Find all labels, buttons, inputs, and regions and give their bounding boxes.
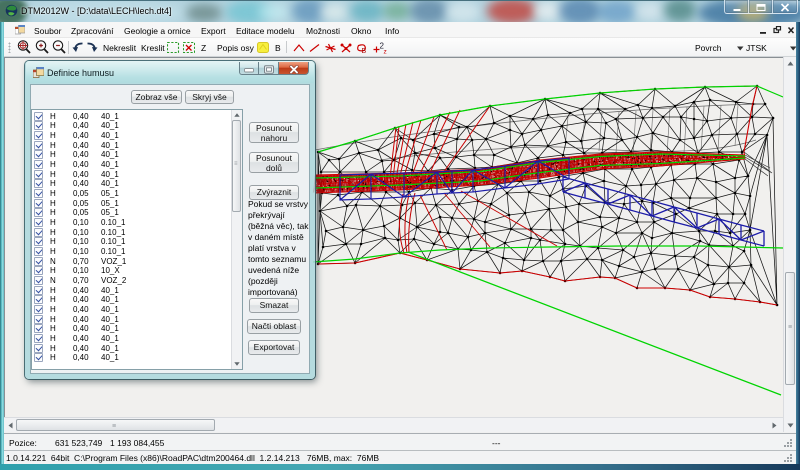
svg-text:z: z bbox=[384, 49, 387, 55]
svg-text:B: B bbox=[362, 48, 367, 54]
